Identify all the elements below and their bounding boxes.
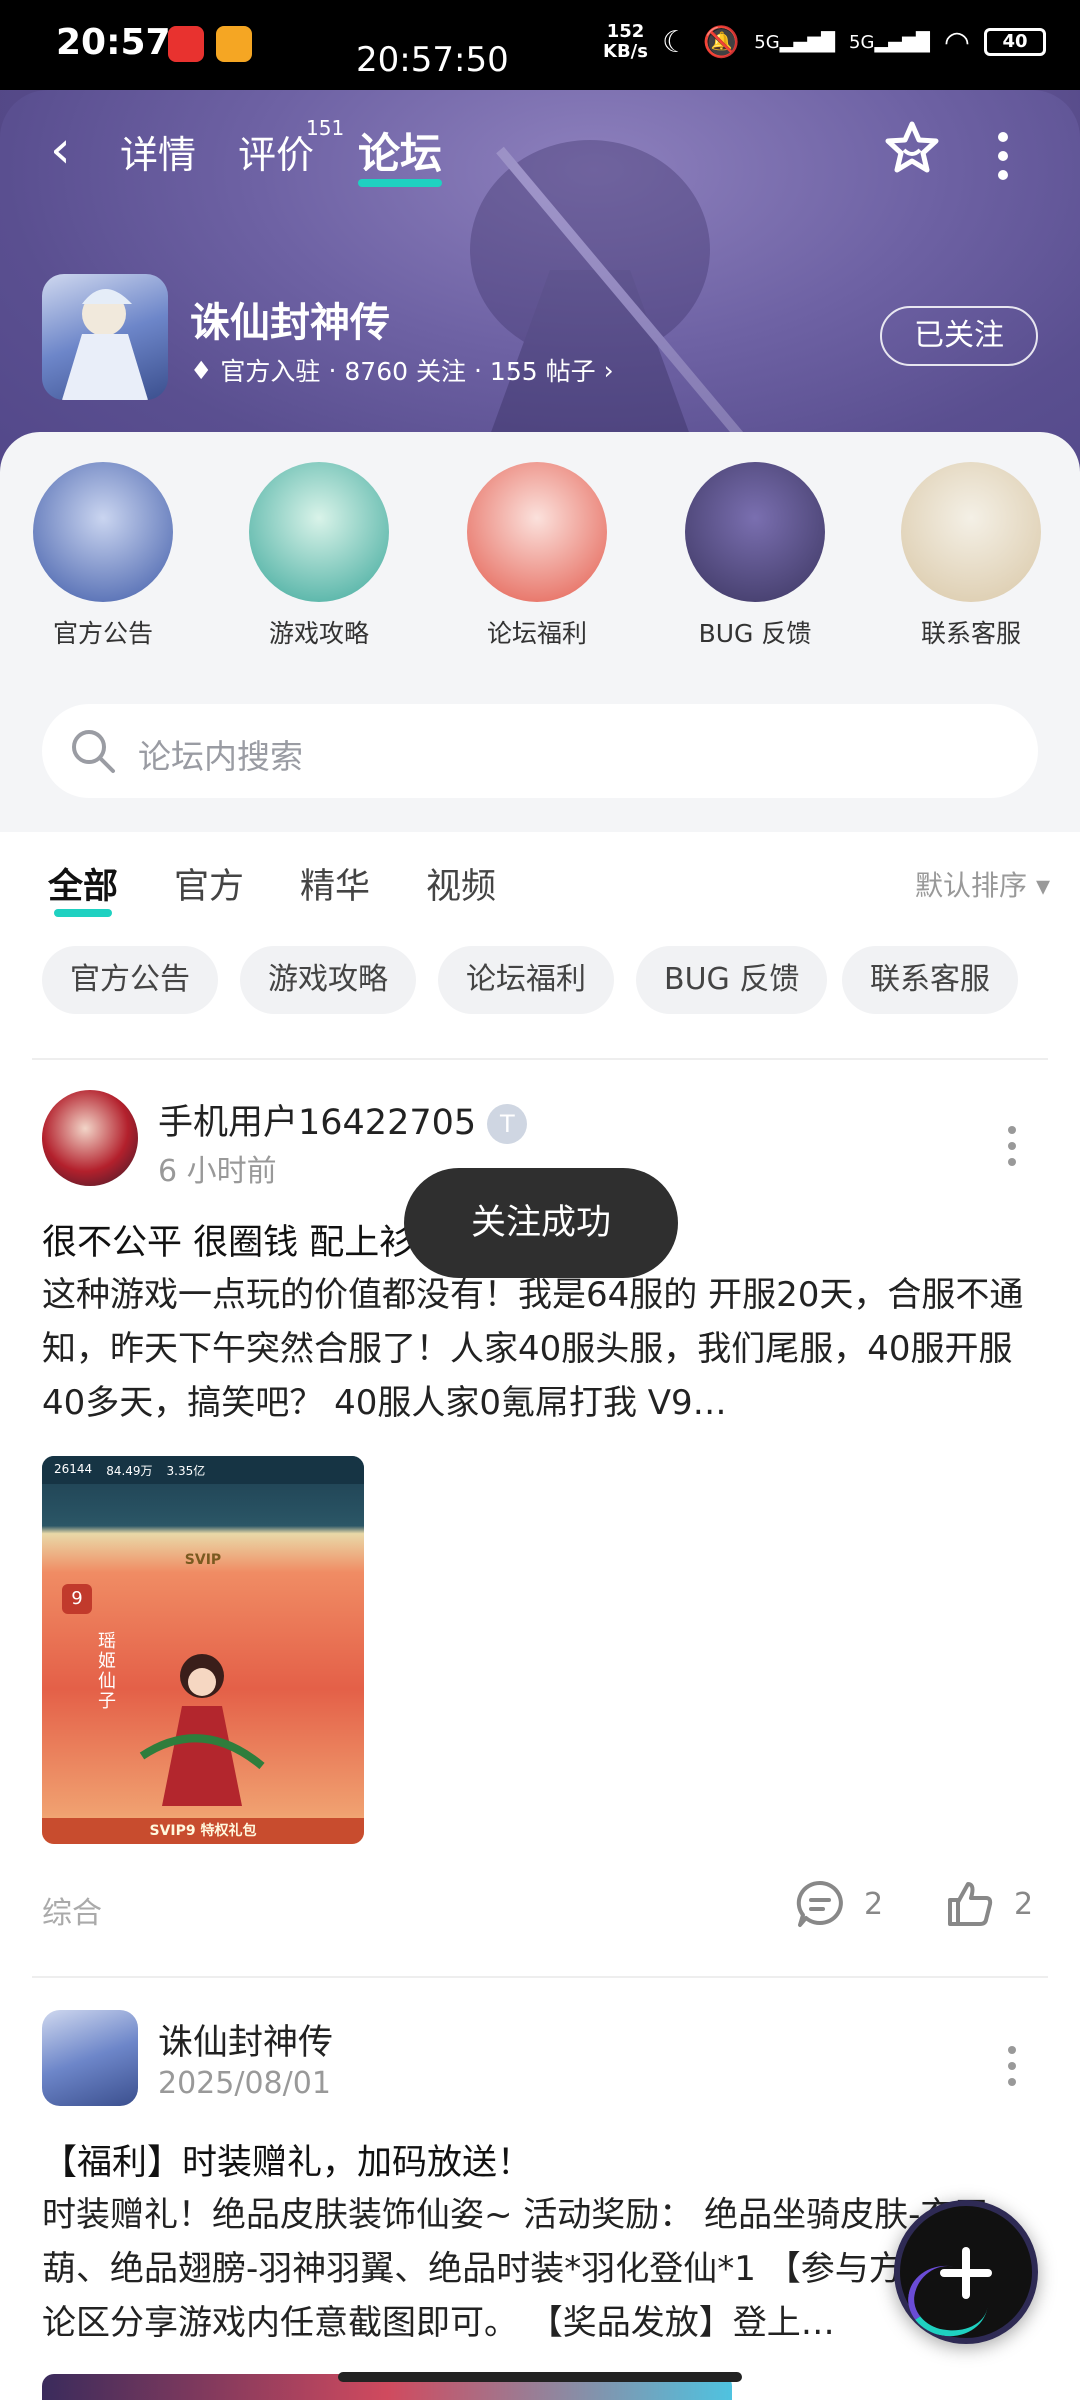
- svip-level: 9: [62, 1584, 92, 1614]
- character-name: 瑶姬仙子: [98, 1631, 116, 1712]
- active-tab-indicator: [358, 179, 443, 187]
- back-chevron-icon[interactable]: ‹: [50, 120, 71, 180]
- news-app-icon: [168, 26, 204, 62]
- filter-tab-video[interactable]: 视频: [426, 858, 496, 909]
- comment-button[interactable]: 2: [794, 1878, 883, 1930]
- category-game-guide[interactable]: 游戏攻略: [244, 462, 394, 650]
- sort-dropdown[interactable]: 默认排序 ▾: [915, 864, 1050, 904]
- official-diamond-icon: ♦: [190, 355, 213, 385]
- post-more-icon[interactable]: [1008, 2046, 1018, 2094]
- post-body[interactable]: 这种游戏一点玩的价值都没有！我是64服的 开服20天，合服不通知，昨天下午突然合…: [42, 1268, 1042, 1430]
- svip-banner: SVIP9 特权礼包: [42, 1818, 364, 1844]
- home-indicator[interactable]: [338, 2372, 742, 2382]
- chip-bug-report[interactable]: BUG 反馈: [636, 946, 828, 1014]
- post-more-icon[interactable]: [1008, 1126, 1018, 1174]
- post-author[interactable]: 手机用户16422705 T: [158, 1094, 528, 1145]
- user-level-badge-icon: T: [487, 1104, 528, 1144]
- category-customer-service[interactable]: 联系客服: [896, 462, 1046, 650]
- status-time: 20:57: [56, 22, 171, 63]
- chip-forum-welfare[interactable]: 论坛福利: [438, 946, 614, 1014]
- official-label: 官方入驻: [220, 357, 321, 386]
- search-placeholder: 论坛内搜索: [138, 737, 303, 776]
- comment-icon: [796, 1880, 843, 1927]
- category-official-notice[interactable]: 官方公告: [28, 462, 178, 650]
- customer-service-image: [901, 462, 1041, 602]
- post-category-tag[interactable]: 综合: [42, 1888, 102, 1932]
- moon-icon: ☾: [661, 24, 689, 60]
- filter-tab-official[interactable]: 官方: [174, 858, 244, 909]
- tab-reviews[interactable]: 评价: [238, 124, 314, 179]
- status-bar: 20:57 20:57:50 152 KB/s ☾ 🔕 5G▂▄▆█ 5G▂▄▆…: [0, 0, 1080, 90]
- filter-tab-all[interactable]: 全部: [48, 858, 118, 917]
- caret-down-icon: ▾: [1035, 869, 1050, 902]
- post-image[interactable]: 26144 84.49万 3.35亿 SVIP 9 瑶姬仙子 SVIP9 特权礼…: [42, 1456, 364, 1844]
- wifi-icon: ◠: [943, 24, 970, 60]
- reviews-count-badge: 151: [306, 116, 345, 140]
- divider: [32, 1058, 1048, 1060]
- search-icon: [72, 730, 115, 773]
- filter-tab-featured[interactable]: 精华: [300, 858, 370, 909]
- game-meta[interactable]: ♦ 官方入驻 · 8760 关注 · 155 帖子 ›: [190, 352, 614, 388]
- category-forum-welfare[interactable]: 论坛福利: [462, 462, 612, 650]
- signal-5g-icon-2: 5G▂▄▆█: [849, 31, 930, 53]
- create-post-button[interactable]: [894, 2200, 1038, 2344]
- post-author[interactable]: 诛仙封神传: [158, 2014, 333, 2065]
- game-title: 诛仙封神传: [190, 300, 390, 346]
- chip-customer-service[interactable]: 联系客服: [842, 946, 1018, 1014]
- post-title[interactable]: 【福利】时装赠礼，加码放送！: [42, 2134, 532, 2185]
- followers-count: 8760 关注: [344, 357, 466, 386]
- bug-report-image: [685, 462, 825, 602]
- weibo-app-icon: [216, 26, 252, 62]
- game-guide-image: [249, 462, 389, 602]
- chevron-right-icon: ›: [603, 355, 614, 385]
- more-menu-icon[interactable]: [996, 132, 1010, 180]
- toast-message: 关注成功: [404, 1168, 678, 1278]
- chip-official-notice[interactable]: 官方公告: [42, 946, 218, 1014]
- forum-welfare-image: [467, 462, 607, 602]
- status-icons: 152 KB/s ☾ 🔕 5G▂▄▆█ 5G▂▄▆█ ◠ 40: [603, 22, 1046, 62]
- svip-title: SVIP: [184, 1552, 222, 1568]
- post-body[interactable]: 时装赠礼！绝品皮肤装饰仙姿~ 活动奖励： 绝品坐骑皮肤-玄天葫、绝品翅膀-羽神羽…: [42, 2188, 1042, 2350]
- character-art: [139, 1654, 265, 1806]
- tab-forum[interactable]: 论坛: [358, 120, 443, 187]
- post-title[interactable]: 很不公平 很圈钱 配上衫: [42, 1214, 414, 1265]
- game-icon: [42, 274, 168, 400]
- signal-5g-icon: 5G▂▄▆█: [754, 31, 836, 53]
- battery-icon: 40: [984, 28, 1046, 56]
- post-time: 2025/08/01: [158, 2066, 331, 2101]
- category-bug-report[interactable]: BUG 反馈: [680, 462, 830, 650]
- post-time: 6 小时前: [158, 1154, 277, 1189]
- mute-bell-icon: 🔕: [702, 24, 741, 60]
- favorite-star-icon[interactable]: [882, 118, 942, 178]
- divider: [32, 1976, 1048, 1978]
- official-notice-image: [33, 462, 173, 602]
- tab-details[interactable]: 详情: [120, 124, 196, 179]
- posts-count: 155 帖子: [489, 357, 596, 386]
- overlay-clock: 20:57:50: [356, 40, 509, 80]
- avatar[interactable]: [42, 2010, 138, 2106]
- search-bar[interactable]: 论坛内搜索: [42, 704, 1038, 798]
- thumbs-up-icon: [948, 1882, 993, 1926]
- filter-tab-indicator: [54, 909, 113, 917]
- chip-game-guide[interactable]: 游戏攻略: [240, 946, 416, 1014]
- resource-bar: 26144 84.49万 3.35亿: [42, 1456, 364, 1484]
- follow-button[interactable]: 已关注: [880, 306, 1038, 366]
- like-button[interactable]: 2: [944, 1878, 1033, 1930]
- avatar[interactable]: [42, 1090, 138, 1186]
- net-speed: 152 KB/s: [603, 21, 648, 62]
